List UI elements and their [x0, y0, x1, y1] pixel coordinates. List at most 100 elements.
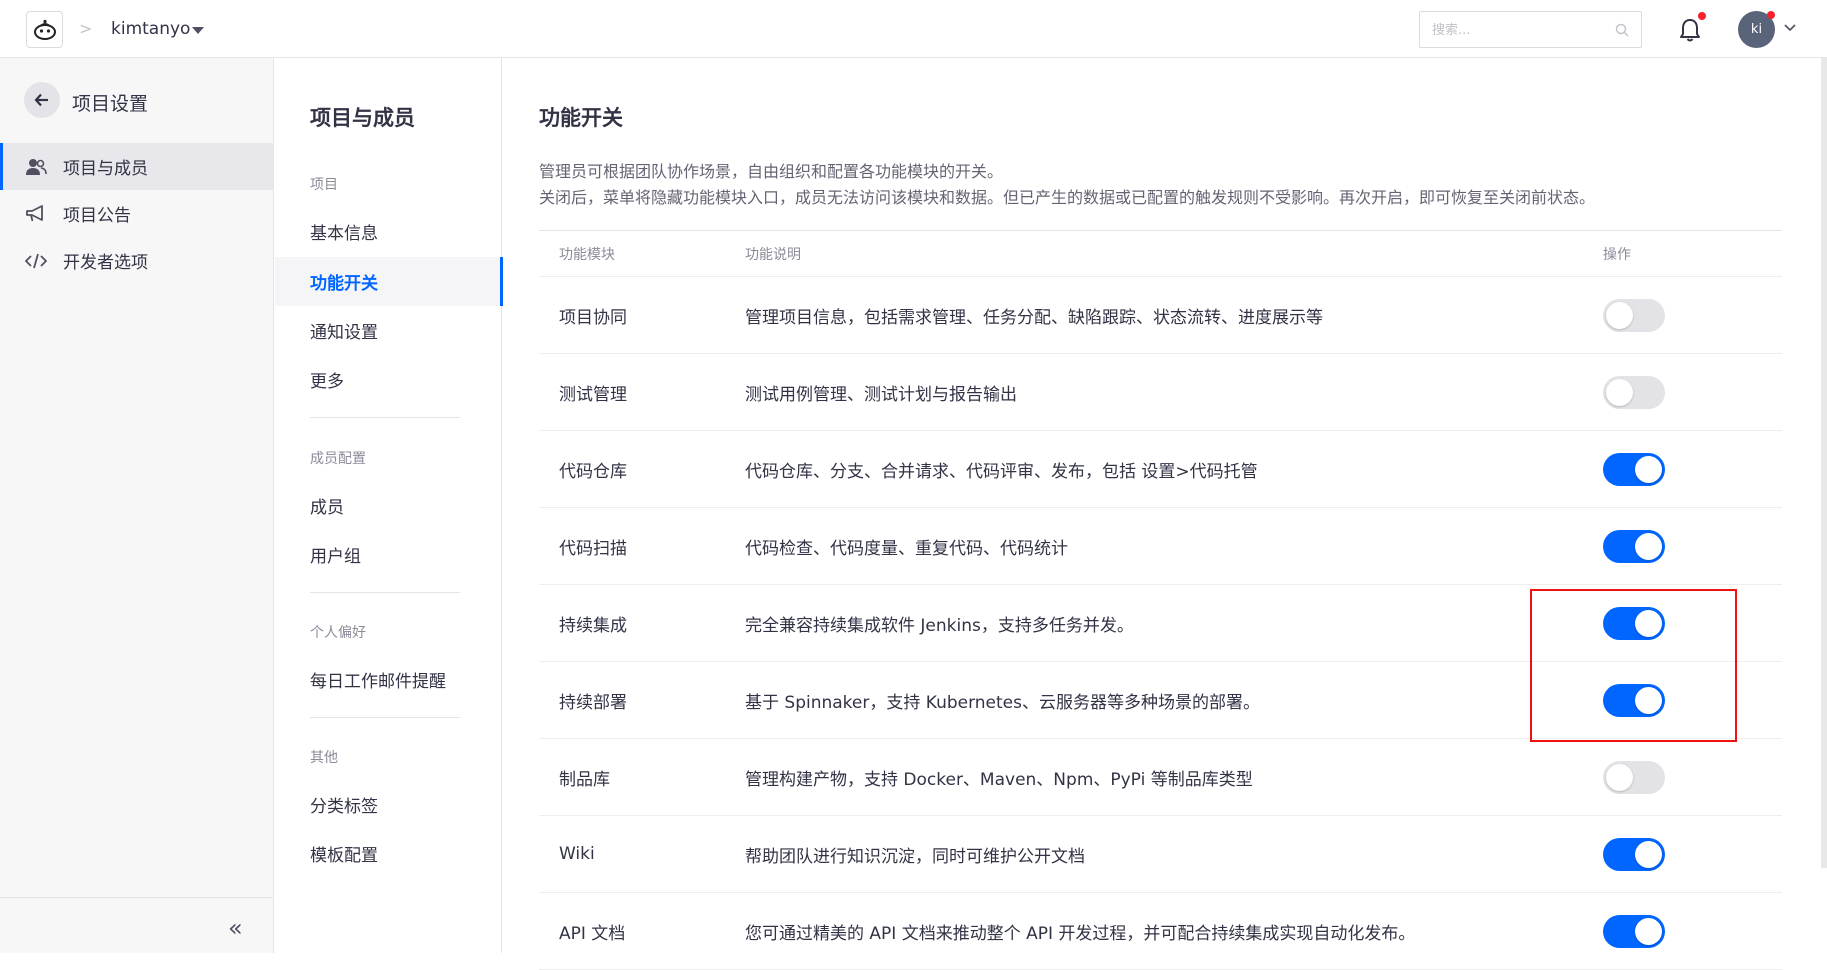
toggle-knob — [1606, 764, 1633, 791]
module-description: 测试用例管理、测试计划与报告输出 — [745, 384, 1017, 405]
feature-table: 功能模块 功能说明 操作 项目协同 管理项目信息，包括需求管理、任务分配、缺陷跟踪… — [539, 230, 1782, 970]
sidebar-item-label: 项目公告 — [63, 206, 131, 226]
table-row: API 文档 您可通过精美的 API 文档来推动整个 API 开发过程，并可配合持… — [539, 893, 1782, 970]
toggle-knob — [1635, 918, 1662, 945]
subnav-item-label: 用户组 — [310, 547, 361, 567]
module-name: 代码仓库 — [559, 461, 627, 482]
scrollbar[interactable] — [1821, 58, 1827, 868]
toggle-knob — [1635, 610, 1662, 637]
subnav-item-label: 成员 — [310, 498, 344, 518]
back-button[interactable] — [24, 82, 60, 118]
sidebar-item-label: 开发者选项 — [63, 253, 148, 273]
arrow-left-icon — [34, 93, 48, 107]
description-line-2: 关闭后，菜单将隐藏功能模块入口，成员无法访问该模块和数据。但已产生的数据或已配置… — [539, 188, 1596, 207]
divider — [310, 592, 460, 593]
subnav-item-daily-email[interactable]: 每日工作邮件提醒 — [275, 655, 502, 704]
feature-toggle-switch[interactable] — [1603, 761, 1665, 794]
subnav-item-label: 通知设置 — [310, 323, 378, 343]
main-content: 功能开关 管理员可根据团队协作场景，自由组织和配置各功能模块的开关。 关闭后，菜… — [503, 58, 1827, 970]
feature-toggle-switch[interactable] — [1603, 684, 1665, 717]
subnav-item-template-config[interactable]: 模板配置 — [275, 829, 502, 878]
subnav-item-category-tags[interactable]: 分类标签 — [275, 780, 502, 829]
table-row: 测试管理 测试用例管理、测试计划与报告输出 — [539, 354, 1782, 431]
sidebar-footer: « — [0, 897, 273, 953]
logo-icon — [34, 19, 56, 40]
page-title: 功能开关 — [539, 106, 623, 130]
collapse-sidebar-icon[interactable]: « — [228, 914, 243, 942]
table-row: Wiki 帮助团队进行知识沉淀，同时可维护公开文档 — [539, 816, 1782, 893]
toggle-knob — [1635, 456, 1662, 483]
feature-toggle-switch[interactable] — [1603, 530, 1665, 563]
sidebar-item-members[interactable]: 项目与成员 — [0, 143, 273, 190]
subnav-item-label: 分类标签 — [310, 797, 378, 817]
avatar-badge — [1767, 11, 1775, 19]
toggle-knob — [1635, 687, 1662, 714]
module-name: 代码扫描 — [559, 538, 627, 559]
column-header-action: 操作 — [1603, 246, 1631, 263]
table-row: 持续部署 基于 Spinnaker，支持 Kubernetes、云服务器等多种场景… — [539, 662, 1782, 739]
feature-toggle-switch[interactable] — [1603, 453, 1665, 486]
avatar-chevron-down-icon[interactable] — [1784, 22, 1796, 32]
divider — [310, 417, 460, 418]
toggle-knob — [1635, 841, 1662, 868]
toggle-knob — [1635, 533, 1662, 560]
notification-bell-icon[interactable] — [1678, 17, 1702, 43]
feature-toggle-switch[interactable] — [1603, 915, 1665, 948]
search-box[interactable] — [1419, 11, 1642, 48]
divider — [310, 717, 460, 718]
project-switcher-label[interactable]: kimtanyo — [111, 19, 190, 39]
subnav-item-label: 基本信息 — [310, 224, 378, 244]
members-icon — [25, 157, 47, 177]
code-icon — [25, 251, 47, 271]
search-icon[interactable] — [1615, 23, 1629, 37]
column-header-module: 功能模块 — [559, 246, 615, 263]
module-name: API 文档 — [559, 923, 626, 944]
feature-toggle-switch[interactable] — [1603, 376, 1665, 409]
subnav-item-label: 更多 — [310, 372, 344, 392]
app-logo[interactable] — [26, 11, 63, 48]
group-label-member-config: 成员配置 — [310, 451, 366, 467]
feature-toggle-switch[interactable] — [1603, 607, 1665, 640]
sidebar-item-developer-options[interactable]: 开发者选项 — [0, 237, 273, 284]
module-description: 完全兼容持续集成软件 Jenkins，支持多任务并发。 — [745, 615, 1134, 636]
module-description: 代码仓库、分支、合并请求、代码评审、发布，包括 设置>代码托管 — [745, 461, 1258, 482]
top-bar: > kimtanyo ki — [0, 0, 1827, 58]
module-name: 项目协同 — [559, 307, 627, 328]
module-name: Wiki — [559, 844, 595, 864]
subnav-item-label: 功能开关 — [310, 274, 378, 294]
subnav-item-notification-settings[interactable]: 通知设置 — [275, 306, 502, 355]
module-name: 制品库 — [559, 769, 610, 790]
feature-toggle-switch[interactable] — [1603, 299, 1665, 332]
group-label-preferences: 个人偏好 — [310, 625, 366, 641]
table-row: 持续集成 完全兼容持续集成软件 Jenkins，支持多任务并发。 — [539, 585, 1782, 662]
subnav-item-label: 每日工作邮件提醒 — [310, 672, 446, 692]
module-name: 持续集成 — [559, 615, 627, 636]
avatar-initials: ki — [1750, 22, 1763, 37]
module-name: 测试管理 — [559, 384, 627, 405]
subnav-item-user-groups[interactable]: 用户组 — [275, 530, 502, 579]
toggle-knob — [1606, 379, 1633, 406]
sidebar-title: 项目设置 — [72, 93, 149, 115]
description-line-1: 管理员可根据团队协作场景，自由组织和配置各功能模块的开关。 — [539, 162, 1004, 181]
subnav-title: 项目与成员 — [310, 106, 415, 130]
module-description: 帮助团队进行知识沉淀，同时可维护公开文档 — [745, 846, 1085, 867]
megaphone-icon — [25, 204, 47, 224]
search-input[interactable] — [1432, 21, 1602, 39]
subnav-item-feature-toggles[interactable]: 功能开关 — [275, 257, 503, 306]
subnav-item-basic-info[interactable]: 基本信息 — [275, 207, 502, 256]
module-description: 代码检查、代码度量、重复代码、代码统计 — [745, 538, 1068, 559]
breadcrumb-separator-icon: > — [79, 19, 93, 38]
subnav-item-members[interactable]: 成员 — [275, 481, 502, 530]
table-row: 制品库 管理构建产物，支持 Docker、Maven、Npm、PyPi 等制品库类… — [539, 739, 1782, 816]
subnav-item-more[interactable]: 更多 — [275, 355, 502, 404]
module-description: 管理构建产物，支持 Docker、Maven、Npm、PyPi 等制品库类型 — [745, 769, 1253, 790]
table-row: 代码扫描 代码检查、代码度量、重复代码、代码统计 — [539, 508, 1782, 585]
sidebar-item-announcements[interactable]: 项目公告 — [0, 190, 273, 237]
table-row: 项目协同 管理项目信息，包括需求管理、任务分配、缺陷跟踪、状态流转、进度展示等 — [539, 277, 1782, 354]
group-label-project: 项目 — [310, 177, 338, 193]
feature-toggle-switch[interactable] — [1603, 838, 1665, 871]
chevron-down-icon[interactable] — [192, 27, 204, 34]
table-body: 项目协同 管理项目信息，包括需求管理、任务分配、缺陷跟踪、状态流转、进度展示等 测试… — [539, 277, 1782, 970]
table-row: 代码仓库 代码仓库、分支、合并请求、代码评审、发布，包括 设置>代码托管 — [539, 431, 1782, 508]
notification-badge — [1698, 12, 1706, 20]
